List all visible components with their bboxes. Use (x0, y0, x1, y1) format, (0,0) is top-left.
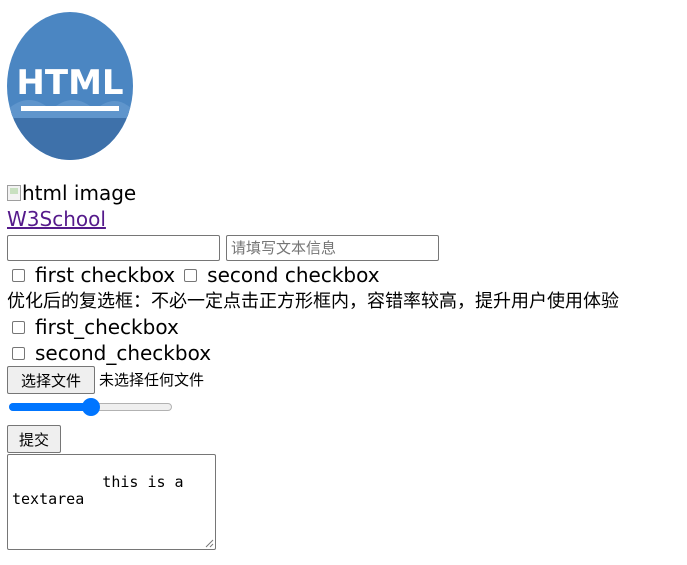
optimized-checkbox-second[interactable]: second_checkbox (7, 341, 211, 365)
checkbox-note: 优化后的复选框：不必一定点击正方形框内，容错率较高，提升用户使用体验 (7, 291, 619, 312)
textarea[interactable]: this is a textarea (7, 454, 216, 550)
checkbox-row: first checkbox second checkbox (7, 263, 380, 287)
broken-image-alt: html image (22, 181, 137, 205)
choose-file-button[interactable]: 选择文件 (7, 366, 95, 394)
first-checkbox-label: first checkbox (35, 263, 176, 287)
first-checkbox-box[interactable] (12, 320, 25, 334)
broken-image-icon (7, 185, 21, 201)
range-slider[interactable] (9, 397, 172, 417)
second-checkbox-box[interactable] (12, 346, 25, 360)
range-thumb[interactable] (81, 398, 100, 416)
w3school-link[interactable]: W3School (7, 207, 106, 231)
broken-image: html image (7, 181, 136, 205)
textarea-value: this is a textarea (12, 473, 193, 508)
text-input-second[interactable] (226, 235, 439, 261)
submit-button[interactable]: 提交 (7, 425, 61, 453)
second-checkbox-label: second checkbox (207, 263, 380, 287)
second-checkbox[interactable] (184, 268, 198, 282)
html-logo: HTML (7, 12, 133, 160)
first-checkbox-label[interactable]: first_checkbox (35, 315, 179, 339)
text-input-first[interactable] (7, 235, 220, 261)
range-fill (9, 403, 91, 411)
second-checkbox-label[interactable]: second_checkbox (35, 341, 211, 365)
file-status: 未选择任何文件 (99, 371, 205, 389)
first-checkbox[interactable] (12, 268, 25, 282)
resize-grip-icon[interactable] (204, 538, 214, 548)
optimized-checkbox-first[interactable]: first_checkbox (7, 315, 179, 339)
logo-text: HTML (16, 63, 123, 103)
